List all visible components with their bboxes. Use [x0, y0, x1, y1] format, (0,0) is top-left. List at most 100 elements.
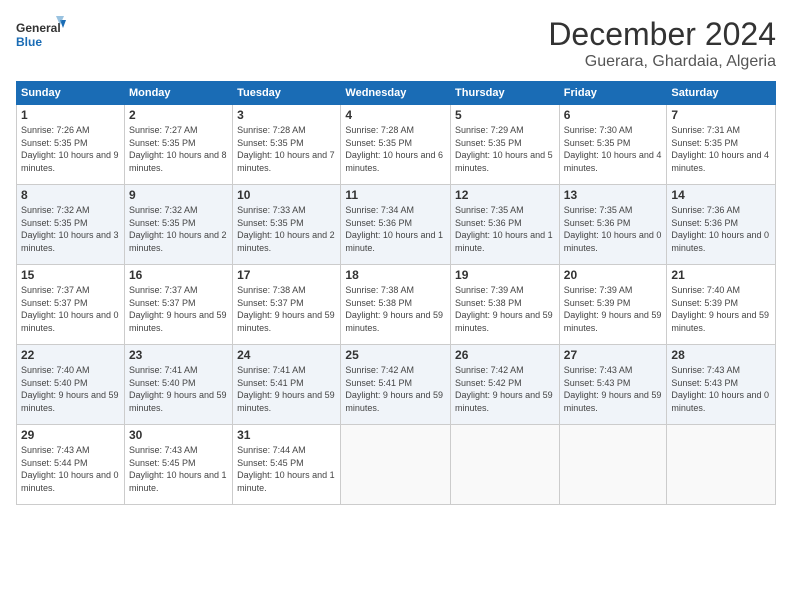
- day-cell-7: 7 Sunrise: 7:31 AM Sunset: 5:35 PM Dayli…: [667, 105, 776, 185]
- empty-cell: [451, 425, 560, 505]
- sunset-label: Sunset: 5:35 PM: [21, 138, 88, 148]
- sunrise-label: Sunrise: 7:41 AM: [129, 365, 198, 375]
- day-info: Sunrise: 7:44 AM Sunset: 5:45 PM Dayligh…: [237, 444, 336, 494]
- sunset-label: Sunset: 5:35 PM: [345, 138, 412, 148]
- sunrise-label: Sunrise: 7:27 AM: [129, 125, 198, 135]
- day-info: Sunrise: 7:37 AM Sunset: 5:37 PM Dayligh…: [21, 284, 120, 334]
- day-number: 12: [455, 188, 555, 202]
- day-info: Sunrise: 7:43 AM Sunset: 5:43 PM Dayligh…: [564, 364, 663, 414]
- day-number: 19: [455, 268, 555, 282]
- day-number: 11: [345, 188, 446, 202]
- sunset-label: Sunset: 5:39 PM: [671, 298, 738, 308]
- sunrise-label: Sunrise: 7:38 AM: [237, 285, 306, 295]
- sunrise-label: Sunrise: 7:34 AM: [345, 205, 414, 215]
- day-cell-14: 14 Sunrise: 7:36 AM Sunset: 5:36 PM Dayl…: [667, 185, 776, 265]
- day-cell-26: 26 Sunrise: 7:42 AM Sunset: 5:42 PM Dayl…: [451, 345, 560, 425]
- day-cell-25: 25 Sunrise: 7:42 AM Sunset: 5:41 PM Dayl…: [341, 345, 451, 425]
- day-number: 14: [671, 188, 771, 202]
- day-number: 21: [671, 268, 771, 282]
- daylight-label: Daylight: 9 hours and 59 minutes.: [455, 310, 553, 333]
- daylight-label: Daylight: 10 hours and 4 minutes.: [671, 150, 769, 173]
- sunset-label: Sunset: 5:35 PM: [21, 218, 88, 228]
- daylight-label: Daylight: 10 hours and 0 minutes.: [671, 230, 769, 253]
- daylight-label: Daylight: 10 hours and 9 minutes.: [21, 150, 119, 173]
- sunrise-label: Sunrise: 7:29 AM: [455, 125, 524, 135]
- calendar-header-monday: Monday: [124, 82, 232, 105]
- sunset-label: Sunset: 5:36 PM: [671, 218, 738, 228]
- sunrise-label: Sunrise: 7:32 AM: [129, 205, 198, 215]
- calendar-week-2: 8 Sunrise: 7:32 AM Sunset: 5:35 PM Dayli…: [17, 185, 776, 265]
- daylight-label: Daylight: 10 hours and 1 minute.: [455, 230, 553, 253]
- day-number: 23: [129, 348, 228, 362]
- sunset-label: Sunset: 5:35 PM: [237, 218, 304, 228]
- sunrise-label: Sunrise: 7:28 AM: [345, 125, 414, 135]
- day-info: Sunrise: 7:28 AM Sunset: 5:35 PM Dayligh…: [237, 124, 336, 174]
- location-title: Guerara, Ghardaia, Algeria: [548, 53, 776, 71]
- sunrise-label: Sunrise: 7:33 AM: [237, 205, 306, 215]
- sunrise-label: Sunrise: 7:38 AM: [345, 285, 414, 295]
- day-cell-8: 8 Sunrise: 7:32 AM Sunset: 5:35 PM Dayli…: [17, 185, 125, 265]
- day-cell-23: 23 Sunrise: 7:41 AM Sunset: 5:40 PM Dayl…: [124, 345, 232, 425]
- daylight-label: Daylight: 10 hours and 2 minutes.: [237, 230, 335, 253]
- day-cell-13: 13 Sunrise: 7:35 AM Sunset: 5:36 PM Dayl…: [559, 185, 667, 265]
- page-header: General Blue December 2024 Guerara, Ghar…: [16, 16, 776, 71]
- svg-text:General: General: [16, 21, 61, 35]
- title-block: December 2024 Guerara, Ghardaia, Algeria: [548, 16, 776, 71]
- day-cell-11: 11 Sunrise: 7:34 AM Sunset: 5:36 PM Dayl…: [341, 185, 451, 265]
- day-info: Sunrise: 7:36 AM Sunset: 5:36 PM Dayligh…: [671, 204, 771, 254]
- logo-svg: General Blue: [16, 16, 66, 56]
- sunrise-label: Sunrise: 7:44 AM: [237, 445, 306, 455]
- logo: General Blue: [16, 16, 66, 56]
- daylight-label: Daylight: 9 hours and 59 minutes.: [345, 390, 443, 413]
- daylight-label: Daylight: 10 hours and 8 minutes.: [129, 150, 227, 173]
- day-number: 6: [564, 108, 663, 122]
- sunset-label: Sunset: 5:37 PM: [237, 298, 304, 308]
- day-number: 4: [345, 108, 446, 122]
- sunrise-label: Sunrise: 7:35 AM: [455, 205, 524, 215]
- sunset-label: Sunset: 5:41 PM: [237, 378, 304, 388]
- sunrise-label: Sunrise: 7:43 AM: [564, 365, 633, 375]
- sunrise-label: Sunrise: 7:31 AM: [671, 125, 740, 135]
- sunset-label: Sunset: 5:41 PM: [345, 378, 412, 388]
- calendar-header-sunday: Sunday: [17, 82, 125, 105]
- day-info: Sunrise: 7:41 AM Sunset: 5:41 PM Dayligh…: [237, 364, 336, 414]
- day-info: Sunrise: 7:43 AM Sunset: 5:44 PM Dayligh…: [21, 444, 120, 494]
- sunset-label: Sunset: 5:43 PM: [564, 378, 631, 388]
- sunset-label: Sunset: 5:40 PM: [129, 378, 196, 388]
- day-cell-27: 27 Sunrise: 7:43 AM Sunset: 5:43 PM Dayl…: [559, 345, 667, 425]
- day-number: 18: [345, 268, 446, 282]
- daylight-label: Daylight: 9 hours and 59 minutes.: [237, 390, 335, 413]
- sunrise-label: Sunrise: 7:39 AM: [455, 285, 524, 295]
- day-number: 28: [671, 348, 771, 362]
- calendar-week-3: 15 Sunrise: 7:37 AM Sunset: 5:37 PM Dayl…: [17, 265, 776, 345]
- day-info: Sunrise: 7:26 AM Sunset: 5:35 PM Dayligh…: [21, 124, 120, 174]
- day-number: 10: [237, 188, 336, 202]
- day-cell-15: 15 Sunrise: 7:37 AM Sunset: 5:37 PM Dayl…: [17, 265, 125, 345]
- day-number: 9: [129, 188, 228, 202]
- sunset-label: Sunset: 5:36 PM: [345, 218, 412, 228]
- day-info: Sunrise: 7:28 AM Sunset: 5:35 PM Dayligh…: [345, 124, 446, 174]
- calendar-header-thursday: Thursday: [451, 82, 560, 105]
- day-cell-30: 30 Sunrise: 7:43 AM Sunset: 5:45 PM Dayl…: [124, 425, 232, 505]
- sunset-label: Sunset: 5:42 PM: [455, 378, 522, 388]
- page-container: General Blue December 2024 Guerara, Ghar…: [0, 0, 792, 612]
- sunset-label: Sunset: 5:35 PM: [129, 218, 196, 228]
- day-info: Sunrise: 7:38 AM Sunset: 5:37 PM Dayligh…: [237, 284, 336, 334]
- sunset-label: Sunset: 5:45 PM: [237, 458, 304, 468]
- daylight-label: Daylight: 10 hours and 0 minutes.: [21, 310, 119, 333]
- sunrise-label: Sunrise: 7:40 AM: [671, 285, 740, 295]
- day-number: 15: [21, 268, 120, 282]
- day-info: Sunrise: 7:31 AM Sunset: 5:35 PM Dayligh…: [671, 124, 771, 174]
- sunrise-label: Sunrise: 7:41 AM: [237, 365, 306, 375]
- day-info: Sunrise: 7:29 AM Sunset: 5:35 PM Dayligh…: [455, 124, 555, 174]
- day-info: Sunrise: 7:42 AM Sunset: 5:42 PM Dayligh…: [455, 364, 555, 414]
- calendar-week-4: 22 Sunrise: 7:40 AM Sunset: 5:40 PM Dayl…: [17, 345, 776, 425]
- calendar-header-wednesday: Wednesday: [341, 82, 451, 105]
- sunset-label: Sunset: 5:35 PM: [237, 138, 304, 148]
- daylight-label: Daylight: 10 hours and 0 minutes.: [564, 230, 662, 253]
- sunrise-label: Sunrise: 7:37 AM: [21, 285, 90, 295]
- daylight-label: Daylight: 10 hours and 2 minutes.: [129, 230, 227, 253]
- day-cell-24: 24 Sunrise: 7:41 AM Sunset: 5:41 PM Dayl…: [233, 345, 341, 425]
- sunrise-label: Sunrise: 7:43 AM: [129, 445, 198, 455]
- day-cell-4: 4 Sunrise: 7:28 AM Sunset: 5:35 PM Dayli…: [341, 105, 451, 185]
